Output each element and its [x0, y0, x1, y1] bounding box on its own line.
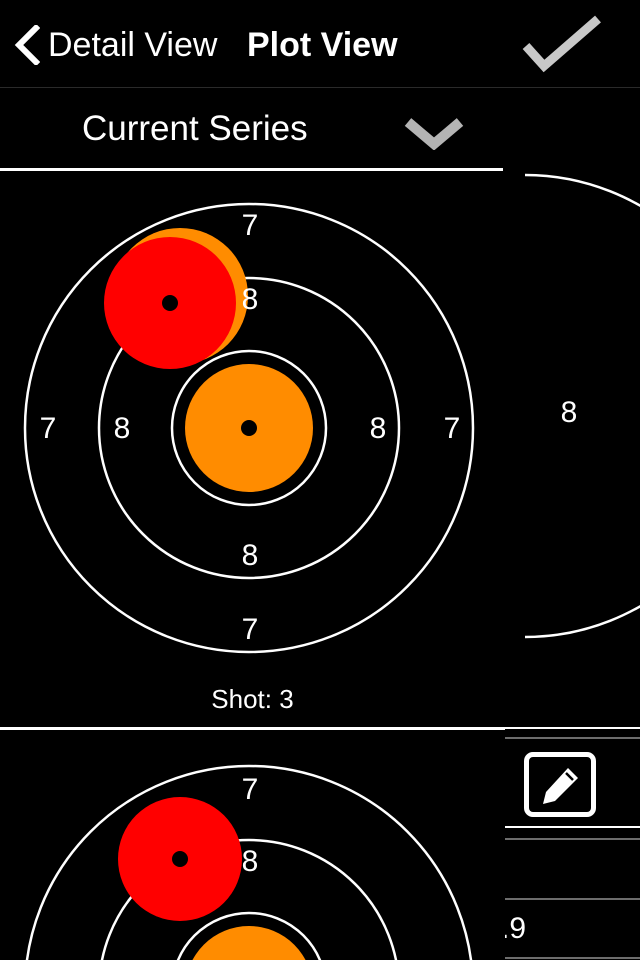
back-button-label: Detail View — [48, 26, 218, 64]
ring-label-bottom-inner: 8 — [241, 539, 259, 572]
ring-label-right-outer: 7 — [443, 412, 461, 445]
navigation-bar: Detail View Plot View — [0, 0, 640, 88]
adjacent-ring-label: 8 — [560, 396, 578, 429]
ring-label-left-outer: 7 — [39, 412, 57, 445]
side-divider-mid — [505, 826, 640, 828]
plot-cell[interactable]: 7 8 — [0, 733, 505, 960]
pencil-icon — [543, 768, 578, 804]
score-value-partial: .9 — [505, 912, 527, 945]
chevron-left-icon — [14, 25, 40, 65]
plot-cell-divider — [0, 727, 505, 730]
edit-button[interactable] — [524, 752, 596, 817]
center-shot-center-dot — [241, 420, 257, 436]
confirm-button[interactable] — [516, 14, 608, 76]
ring-label-left-inner: 8 — [113, 412, 131, 445]
back-button[interactable]: Detail View — [14, 20, 217, 70]
ring-label-top: 7 — [241, 209, 259, 242]
series-selector[interactable]: Current Series — [0, 88, 640, 170]
ring-label-bottom: 7 — [241, 613, 259, 646]
current-shot-center-dot — [162, 295, 178, 311]
side-divider-top — [505, 727, 640, 729]
side-divider-secondary — [505, 737, 640, 739]
ring-label-top: 7 — [241, 773, 259, 806]
plot-cell[interactable]: 7 8 7 8 8 7 8 7 Shot: 3 — [0, 171, 505, 730]
adjacent-target-panel[interactable]: 8 .9 — [505, 171, 640, 960]
checkmark-icon — [522, 15, 601, 73]
side-row-divider-2 — [505, 898, 640, 900]
ring-label-top-inner: 8 — [241, 845, 259, 878]
ring-label-right-inner: 8 — [369, 412, 387, 445]
current-shot-center-dot — [172, 851, 188, 867]
side-row-divider-1 — [505, 838, 640, 840]
ring-label-top-inner: 8 — [241, 283, 259, 316]
shot-count-label: Shot: 3 — [211, 684, 294, 714]
page-title: Plot View — [247, 26, 398, 64]
series-selector-label: Current Series — [82, 109, 308, 148]
plot-view-screen: Detail View Plot View Current Series 7 8… — [0, 0, 640, 960]
side-row-divider-3 — [505, 957, 640, 959]
chevron-down-icon — [404, 118, 464, 150]
